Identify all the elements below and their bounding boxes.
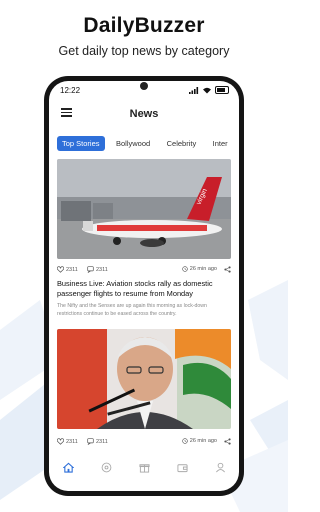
nav-rewards[interactable]: [132, 457, 156, 477]
tab-celebrity[interactable]: Celebrity: [162, 136, 202, 151]
nav-home[interactable]: [56, 457, 80, 477]
comment-icon: [87, 266, 94, 273]
phone-frame: 12:22 News Top Stories Bollywood Celebri…: [44, 76, 244, 496]
nav-categories[interactable]: [94, 457, 118, 477]
article-image-airplane[interactable]: virgin: [57, 159, 231, 259]
article-meta-row: 2311 2311 26 min ago: [57, 266, 231, 276]
article-image-speaker[interactable]: [57, 329, 231, 429]
tab-top-stories[interactable]: Top Stories: [57, 136, 105, 151]
app-subtitle: Get daily top news by category: [58, 44, 230, 58]
wifi-icon: [203, 87, 211, 93]
promo-header: DailyBuzzer Get daily top news by catego…: [0, 14, 288, 58]
clock-icon: [182, 438, 188, 444]
home-icon: [62, 462, 74, 473]
front-camera: [140, 82, 148, 90]
like-count: 2311: [66, 266, 78, 273]
tab-bollywood[interactable]: Bollywood: [111, 136, 155, 151]
like-button[interactable]: 2311: [57, 438, 78, 445]
gift-icon: [138, 463, 150, 473]
battery-icon: [215, 86, 229, 94]
like-button[interactable]: 2311: [57, 266, 78, 273]
tab-international[interactable]: Inter: [208, 136, 233, 151]
category-icon: [101, 462, 111, 472]
article-headline[interactable]: Business Live: Aviation stocks rally as …: [57, 279, 231, 299]
status-icons: [189, 86, 229, 94]
share-button[interactable]: [224, 438, 231, 447]
time-ago: 26 min ago: [182, 266, 217, 272]
comment-icon: [87, 438, 94, 445]
app-bar: News: [49, 101, 239, 127]
like-count: 2311: [66, 438, 78, 445]
comment-count: 2311: [96, 266, 108, 273]
comment-button[interactable]: 2311: [87, 438, 108, 445]
comment-button[interactable]: 2311: [87, 266, 108, 273]
nav-wallet[interactable]: [170, 457, 194, 477]
time-ago-label: 26 min ago: [189, 438, 217, 444]
heart-icon: [57, 438, 64, 445]
clock-icon: [182, 266, 188, 272]
page-title: News: [129, 108, 159, 120]
share-icon: [224, 438, 231, 445]
time-ago-label: 26 min ago: [189, 266, 217, 272]
status-time: 12:22: [60, 86, 81, 95]
signal-icon: [189, 86, 199, 94]
share-button[interactable]: [224, 266, 231, 275]
category-tabs: Top Stories Bollywood Celebrity Inter: [57, 133, 235, 151]
comment-count: 2311: [96, 438, 108, 445]
time-ago: 26 min ago: [182, 438, 217, 444]
profile-icon: [215, 462, 225, 472]
bottom-navigation: [49, 453, 239, 481]
phone-screen: 12:22 News Top Stories Bollywood Celebri…: [49, 81, 239, 491]
nav-profile[interactable]: [208, 457, 232, 477]
heart-icon: [57, 266, 64, 273]
wallet-icon: [176, 463, 188, 472]
share-icon: [224, 266, 231, 273]
app-title: DailyBuzzer: [83, 14, 205, 37]
article-summary: The Nifty and the Sensex are up again th…: [57, 303, 207, 317]
article-meta-row: 2311 2311 26 min ago: [57, 438, 231, 448]
